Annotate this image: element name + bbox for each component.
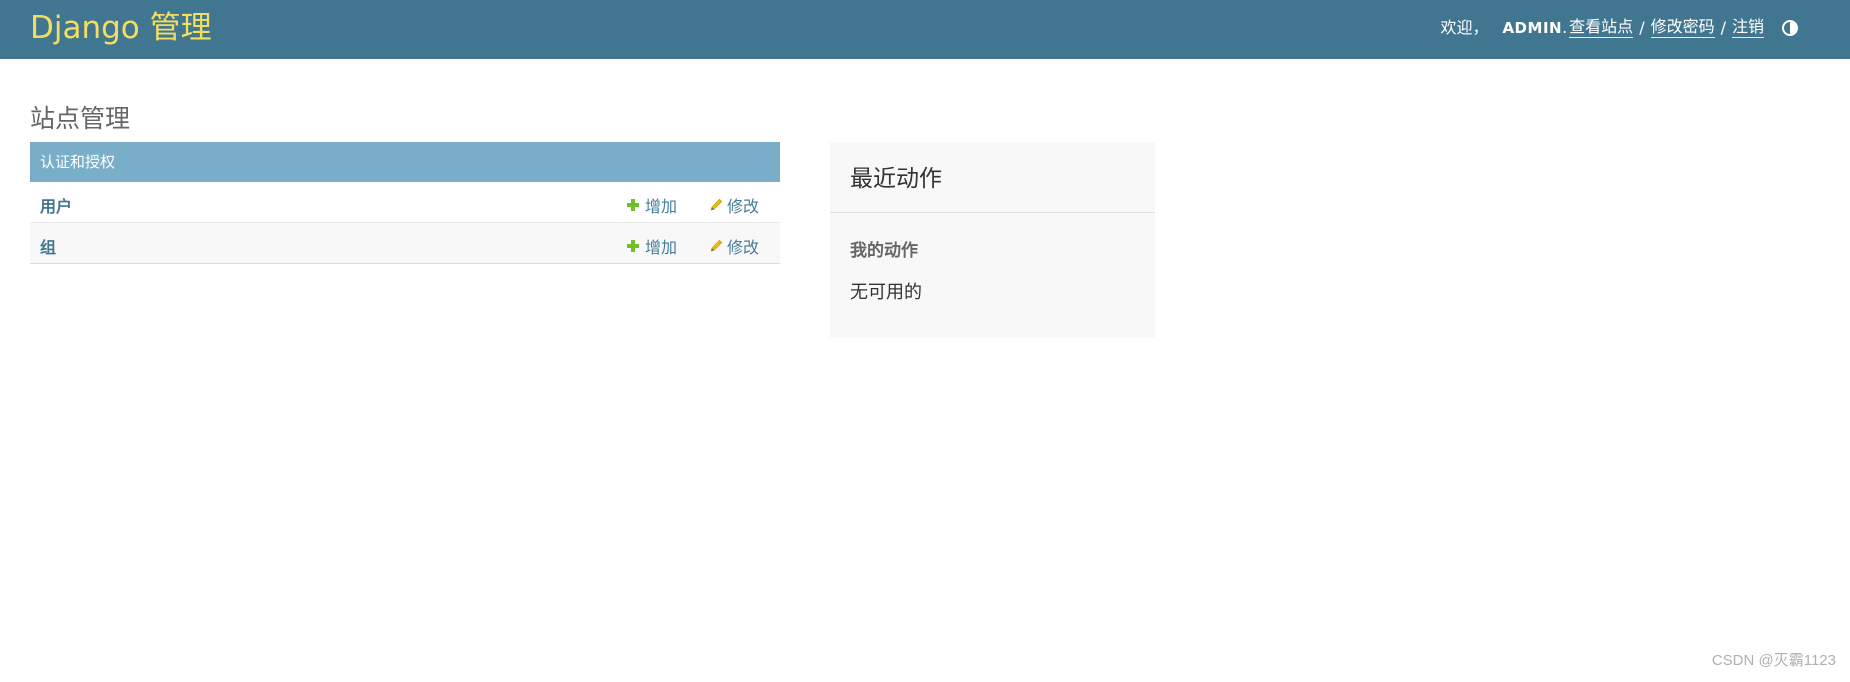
- site-branding[interactable]: Django 管理: [30, 8, 212, 48]
- change-label: 修改: [727, 238, 760, 257]
- logout-link[interactable]: 注销: [1731, 17, 1764, 38]
- recent-actions-panel: 最近动作 我的动作 无可用的: [830, 142, 1155, 338]
- add-user-button[interactable]: 增加: [627, 193, 677, 217]
- model-link-groups[interactable]: 组: [40, 234, 56, 258]
- add-group-button[interactable]: 增加: [627, 234, 677, 258]
- divider: [830, 212, 1155, 213]
- model-row-groups: 组 增加 修改: [30, 223, 780, 264]
- change-label: 修改: [727, 197, 760, 216]
- watermark-text: CSDN @灭霸1123: [1711, 652, 1836, 669]
- welcome-text: 欢迎，: [1440, 17, 1489, 37]
- separator: /: [1720, 17, 1726, 37]
- username-dot: .: [1562, 17, 1568, 37]
- recent-actions-title: 最近动作: [850, 166, 942, 192]
- half-circle-icon[interactable]: [1782, 19, 1798, 36]
- pencil-icon: [710, 198, 723, 211]
- change-password-link[interactable]: 修改密码: [1650, 17, 1715, 38]
- site-header: Django 管理 欢迎， ADMIN . 查看站点 / 修改密码 / 注销: [0, 0, 1850, 59]
- separator: /: [1639, 17, 1645, 37]
- plus-icon: [627, 240, 639, 252]
- change-group-button[interactable]: 修改: [709, 234, 759, 258]
- add-label: 增加: [645, 197, 678, 216]
- no-actions-text: 无可用的: [850, 282, 922, 303]
- username: ADMIN: [1502, 18, 1563, 37]
- app-module-auth: 认证和授权 用户 增加 修改 组 增加 修改: [30, 142, 780, 264]
- plus-icon: [627, 199, 639, 211]
- view-site-link[interactable]: 查看站点: [1569, 17, 1634, 38]
- change-user-button[interactable]: 修改: [709, 193, 759, 217]
- pencil-icon: [710, 239, 723, 252]
- user-tools: 欢迎， ADMIN . 查看站点 / 修改密码 / 注销: [1440, 17, 1798, 38]
- module-caption[interactable]: 认证和授权: [30, 142, 780, 182]
- model-row-users: 用户 增加 修改: [30, 182, 780, 223]
- model-link-users[interactable]: 用户: [40, 193, 72, 217]
- page-title: 站点管理: [30, 103, 131, 133]
- add-label: 增加: [645, 238, 678, 257]
- my-actions-heading: 我的动作: [850, 241, 918, 261]
